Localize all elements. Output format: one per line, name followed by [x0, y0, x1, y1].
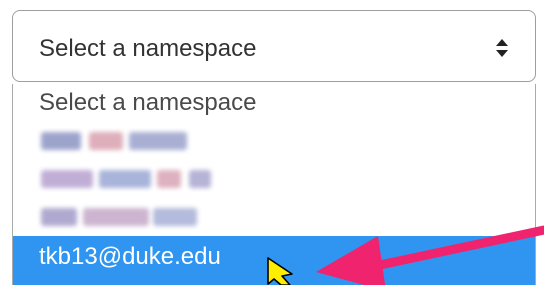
select-current-value: Select a namespace	[39, 35, 257, 62]
option-select-a-namespace[interactable]: Select a namespace	[13, 84, 535, 122]
namespace-dropdown-list: Select a namespace tkb13@duke.edu	[12, 84, 536, 285]
namespace-select[interactable]: Select a namespace	[12, 10, 536, 82]
option-label: Select a namespace	[39, 89, 257, 116]
option-redacted-3[interactable]	[13, 198, 535, 236]
option-label: tkb13@duke.edu	[39, 243, 221, 270]
updown-chevron-icon	[496, 39, 508, 57]
option-tkb13-duke-edu[interactable]: tkb13@duke.edu	[13, 236, 535, 285]
option-redacted-1[interactable]	[13, 122, 535, 160]
option-redacted-2[interactable]	[13, 160, 535, 198]
